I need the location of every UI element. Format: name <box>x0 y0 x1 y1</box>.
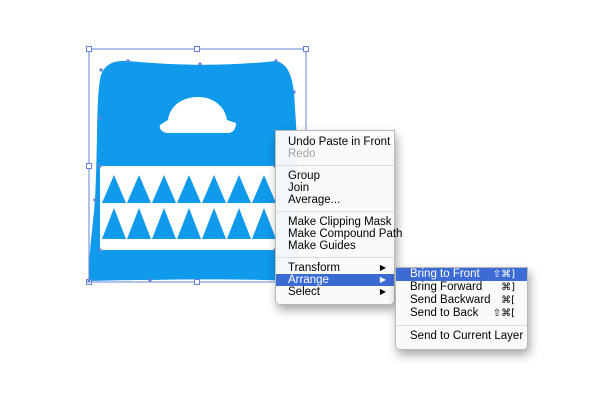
menu-item-label: Make Guides <box>288 240 356 252</box>
menu-separator <box>276 257 394 258</box>
menu-item-make-clipping-mask[interactable]: Make Clipping Mask <box>276 216 394 228</box>
resize-handle[interactable] <box>194 279 200 285</box>
anchor-point <box>274 59 278 63</box>
context-menu[interactable]: Undo Paste in Front Redo Group Join Average.… <box>275 130 402 305</box>
menu-item-label: Group <box>288 170 320 182</box>
menu-item-make-compound-path[interactable]: Make Compound Path <box>276 228 402 240</box>
menu-item-redo[interactable]: Redo <box>276 148 394 160</box>
anchor-point <box>98 164 102 168</box>
shortcut-label: ⌘[ <box>501 295 515 306</box>
menu-item-average[interactable]: Average... <box>276 194 394 206</box>
menu-item-label: Make Clipping Mask <box>288 216 392 228</box>
menu-item-label: Make Compound Path <box>288 228 403 240</box>
menu-item-label: Redo <box>288 148 316 160</box>
resize-handle[interactable] <box>86 163 92 169</box>
shortcut-label: ⌘] <box>501 282 515 293</box>
menu-item-transform[interactable]: Transform ▶ <box>276 262 394 274</box>
submenu-arrow-icon: ▶ <box>379 275 386 284</box>
band-bottom-strip <box>100 242 275 250</box>
menu-item-undo-paste-in-front[interactable]: Undo Paste in Front <box>276 136 394 148</box>
menu-item-label: Join <box>288 182 310 194</box>
anchor-point <box>93 198 97 202</box>
menu-separator <box>276 211 394 212</box>
menu-item-select[interactable]: Select ▶ <box>276 286 394 298</box>
menu-item-label: Send Backward <box>410 294 491 306</box>
submenu-arrow-icon: ▶ <box>379 263 386 272</box>
menu-item-label: Select <box>288 286 320 298</box>
resize-handle[interactable] <box>194 46 200 52</box>
menu-separator <box>276 165 394 166</box>
menu-item-label: Average... <box>288 194 341 206</box>
anchor-point <box>87 279 91 283</box>
menu-item-label: Transform <box>288 262 340 274</box>
menu-item-label: Bring to Front <box>410 268 480 280</box>
triangle-pattern-band <box>100 166 276 250</box>
menu-item-send-backward[interactable]: Send Backward ⌘[ <box>396 294 527 307</box>
menu-item-bring-to-front[interactable]: Bring to Front ⇧⌘] <box>396 268 527 281</box>
anchor-point <box>198 62 202 66</box>
menu-item-label: Send to Back <box>410 307 479 319</box>
resize-handle[interactable] <box>303 46 309 52</box>
shortcut-label: ⇧⌘] <box>492 269 515 280</box>
menu-item-send-to-current-layer[interactable]: Send to Current Layer <box>396 330 527 343</box>
menu-item-make-guides[interactable]: Make Guides <box>276 240 394 252</box>
menu-item-send-to-back[interactable]: Send to Back ⇧⌘[ <box>396 307 527 320</box>
shortcut-label: ⇧⌘[ <box>492 308 515 319</box>
submenu-arrow-icon: ▶ <box>379 287 386 296</box>
menu-item-bring-forward[interactable]: Bring Forward ⌘] <box>396 281 527 294</box>
arrange-submenu[interactable]: Bring to Front ⇧⌘] Bring Forward ⌘] Send Bac… <box>395 267 528 350</box>
anchor-point <box>126 59 130 63</box>
anchor-point <box>148 278 152 282</box>
anchor-point <box>98 248 102 252</box>
menu-item-label: Send to Current Layer <box>410 330 524 342</box>
menu-item-join[interactable]: Join <box>276 182 394 194</box>
menu-separator <box>396 325 527 326</box>
anchor-point <box>292 90 296 94</box>
menu-item-label: Undo Paste in Front <box>288 136 391 148</box>
menu-item-group[interactable]: Group <box>276 170 394 182</box>
resize-handle[interactable] <box>86 46 92 52</box>
menu-item-label: Arrange <box>288 274 329 286</box>
anchor-point <box>98 116 102 120</box>
menu-item-label: Bring Forward <box>410 281 483 293</box>
menu-item-arrange[interactable]: Arrange ▶ <box>276 274 394 286</box>
anchor-point <box>99 68 103 72</box>
